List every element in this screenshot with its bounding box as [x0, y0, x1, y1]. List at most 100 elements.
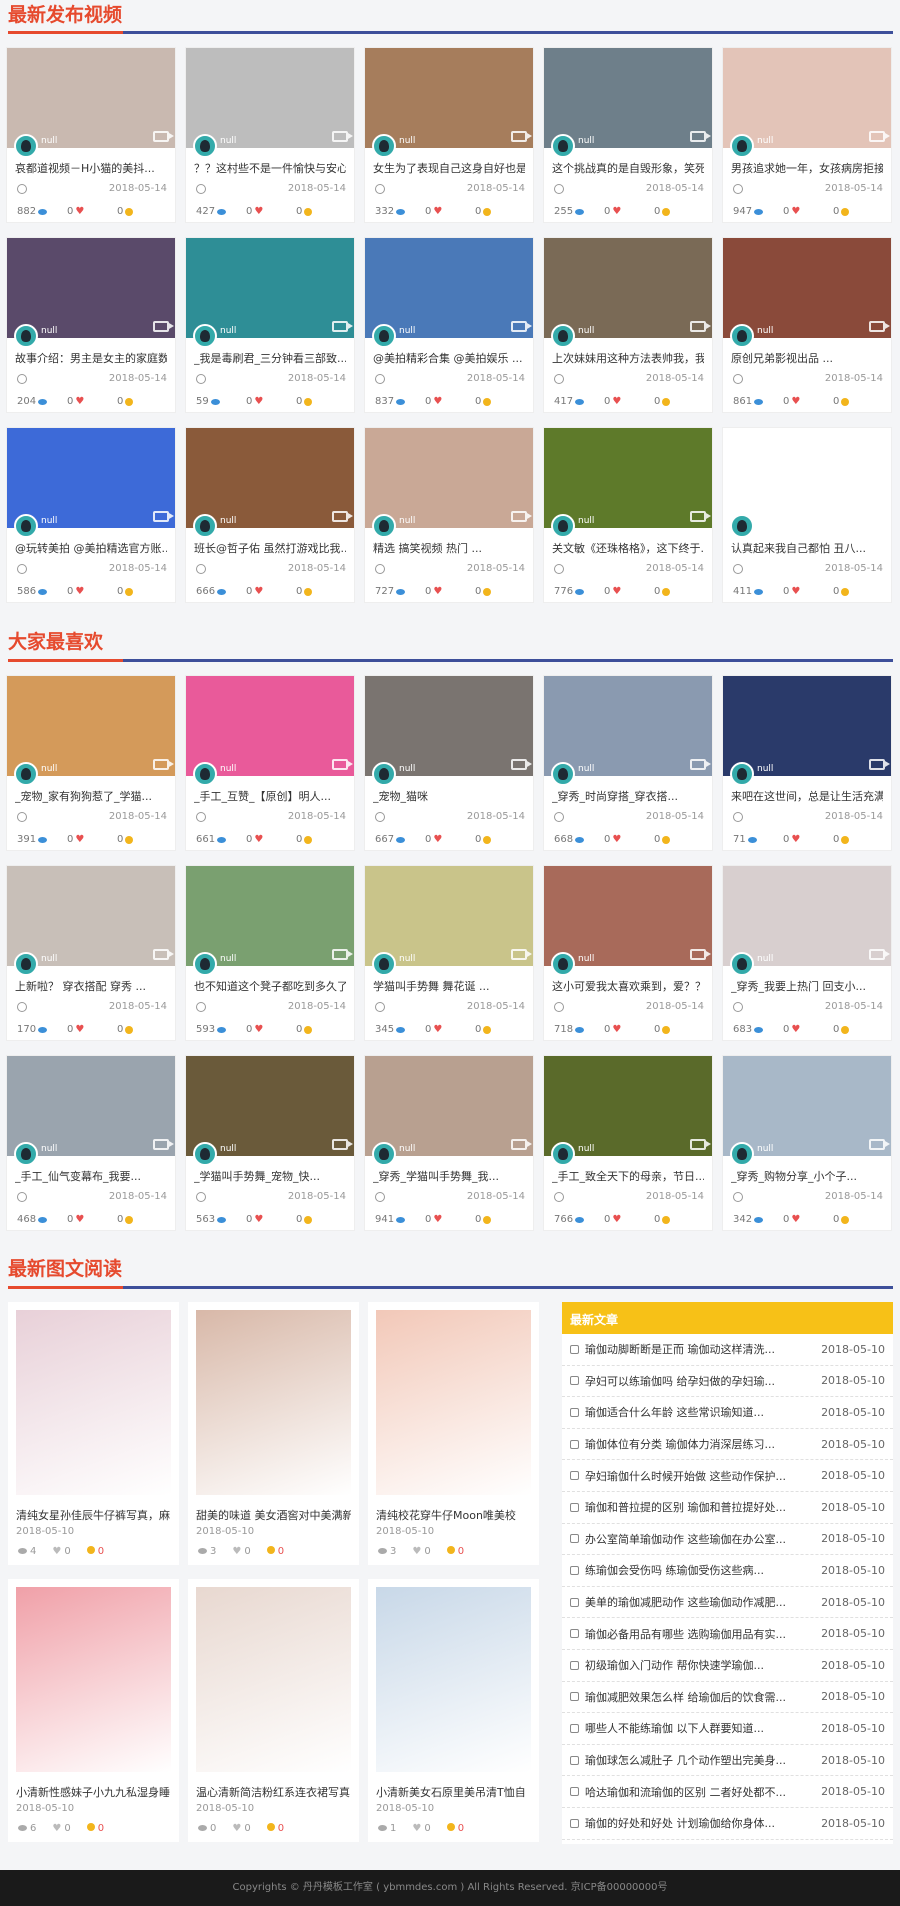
- video-thumbnail[interactable]: [723, 866, 891, 966]
- video-card[interactable]: null _手工_致全天下的母亲，节日... 2018-05-14 766 0 ♥ 0: [543, 1055, 713, 1231]
- video-thumbnail[interactable]: [365, 1056, 533, 1156]
- avatar[interactable]: [193, 324, 217, 348]
- video-card[interactable]: null 这个挑战真的是自毁形象，笑死... 2018-05-14 255 0 ♥ 0: [543, 47, 713, 223]
- news-item[interactable]: 瑜伽必备用品有哪些 选购瑜伽用品有实... 2018-05-10: [562, 1618, 893, 1650]
- like-count[interactable]: 0 ♥: [425, 586, 475, 597]
- video-thumbnail[interactable]: [365, 238, 533, 338]
- coin-count[interactable]: 0: [475, 586, 525, 597]
- author-name[interactable]: null: [220, 516, 236, 526]
- news-item[interactable]: 瑜伽和普拉提的区别 瑜伽和普拉提好处... 2018-05-10: [562, 1492, 893, 1524]
- author-name[interactable]: null: [578, 1144, 594, 1154]
- video-title[interactable]: 这小可爱我太喜欢乘到，爱？？ ...: [552, 978, 704, 994]
- article-image[interactable]: [376, 1587, 531, 1772]
- coin-count[interactable]: 0: [117, 1214, 167, 1225]
- video-thumbnail[interactable]: [365, 428, 533, 528]
- like-count[interactable]: 0 ♥: [604, 586, 654, 597]
- like-count[interactable]: 0 ♥: [783, 834, 833, 845]
- like-count[interactable]: ♥ 0: [230, 1823, 250, 1834]
- author-name[interactable]: null: [399, 1144, 415, 1154]
- video-title[interactable]: 精选 搞笑视频 热门 ...: [373, 540, 525, 556]
- news-title[interactable]: 瑜伽适合什么年龄 这些常识瑜知道...: [585, 1404, 813, 1420]
- video-thumbnail[interactable]: [723, 238, 891, 338]
- article-image[interactable]: [16, 1587, 171, 1772]
- coin-count[interactable]: 0: [654, 206, 704, 217]
- author-name[interactable]: null: [757, 954, 773, 964]
- article-card[interactable]: 小清新性感妹子小九九私湿身睡 2018-05-10 6 ♥ 0 0: [8, 1579, 179, 1842]
- video-title[interactable]: 哀都道视频－H小猫的美抖...: [15, 160, 167, 176]
- avatar[interactable]: [14, 324, 38, 348]
- avatar[interactable]: [551, 1142, 575, 1166]
- coin-count[interactable]: 0: [117, 396, 167, 407]
- video-thumbnail[interactable]: [365, 48, 533, 148]
- video-card[interactable]: null _宠物_家有狗狗惹了_学猫... 2018-05-14 391 0 ♥ 0: [6, 675, 176, 851]
- news-item[interactable]: 初级瑜伽入门动作 帮你快速学瑜伽... 2018-05-10: [562, 1650, 893, 1682]
- article-image[interactable]: [196, 1587, 351, 1772]
- coin-count[interactable]: 0: [265, 1823, 284, 1834]
- coin-count[interactable]: 0: [296, 1024, 346, 1035]
- video-card[interactable]: null _穿秀_时尚穿搭_穿衣搭... 2018-05-14 668 0 ♥ 0: [543, 675, 713, 851]
- avatar[interactable]: [193, 952, 217, 976]
- like-count[interactable]: 0 ♥: [783, 396, 833, 407]
- video-thumbnail[interactable]: [544, 866, 712, 966]
- video-card[interactable]: null @玩转美拍 @美拍精选官方账... 2018-05-14 586 0 ♥ 0: [6, 427, 176, 603]
- video-thumbnail[interactable]: [7, 428, 175, 528]
- video-card[interactable]: null 来吧在这世间，总是让生活充满... 2018-05-14 71 0 ♥ 0: [722, 675, 892, 851]
- avatar[interactable]: [14, 952, 38, 976]
- video-card[interactable]: null _穿秀_购物分享_小个子... 2018-05-14 342 0 ♥ 0: [722, 1055, 892, 1231]
- coin-count[interactable]: 0: [117, 206, 167, 217]
- article-image[interactable]: [376, 1310, 531, 1495]
- coin-count[interactable]: 0: [85, 1823, 104, 1834]
- video-card[interactable]: null 故事介绍：男主是女主的家庭数... 2018-05-14 204 0 ♥ 0: [6, 237, 176, 413]
- video-title[interactable]: 原创兄弟影视出品 ...: [731, 350, 883, 366]
- article-card[interactable]: 甜美的味道 美女酒窖对中美满新 2018-05-10 3 ♥ 0 0: [188, 1302, 359, 1565]
- video-thumbnail[interactable]: [723, 676, 891, 776]
- news-item[interactable]: 哪些人不能练瑜伽 以下人群要知道... 2018-05-10: [562, 1713, 893, 1745]
- video-title[interactable]: _我是毒刷君_三分钟看三部致...: [194, 350, 346, 366]
- avatar[interactable]: [730, 952, 754, 976]
- video-title[interactable]: _宠物_家有狗狗惹了_学猫...: [15, 788, 167, 804]
- like-count[interactable]: 0 ♥: [425, 1214, 475, 1225]
- author-name[interactable]: null: [578, 516, 594, 526]
- coin-count[interactable]: 0: [654, 1214, 704, 1225]
- author-name[interactable]: null: [578, 764, 594, 774]
- avatar[interactable]: [372, 762, 396, 786]
- avatar[interactable]: [730, 324, 754, 348]
- video-card[interactable]: null 认真起来我自己都怕 丑八... 2018-05-14 411 0 ♥ 0: [722, 427, 892, 603]
- like-count[interactable]: 0 ♥: [67, 1024, 117, 1035]
- like-count[interactable]: 0 ♥: [425, 834, 475, 845]
- video-thumbnail[interactable]: [544, 676, 712, 776]
- avatar[interactable]: [730, 762, 754, 786]
- author-name[interactable]: null: [41, 764, 57, 774]
- video-title[interactable]: 来吧在这世间，总是让生活充满...: [731, 788, 883, 804]
- avatar[interactable]: [14, 514, 38, 538]
- coin-count[interactable]: 0: [475, 1024, 525, 1035]
- video-card[interactable]: null 班长@哲子佑 虽然打游戏比我... 2018-05-14 666 0 ♥ 0: [185, 427, 355, 603]
- news-title[interactable]: 初级瑜伽入门动作 帮你快速学瑜伽...: [585, 1657, 813, 1673]
- news-title[interactable]: 瑜伽体位有分类 瑜伽体力消深层练习...: [585, 1436, 813, 1452]
- news-title[interactable]: 孕妇瑜伽什么时候开始做 这些动作保护...: [585, 1468, 813, 1484]
- video-title[interactable]: _手工_互赞_【原创】明人...: [194, 788, 346, 804]
- news-title[interactable]: 练瑜伽会受伤吗 练瑜伽受伤这些病...: [585, 1562, 813, 1578]
- like-count[interactable]: 0 ♥: [246, 1214, 296, 1225]
- video-thumbnail[interactable]: [186, 238, 354, 338]
- video-card[interactable]: null 女生为了表现自己这身自好也是... 2018-05-14 332 0 ♥ 0: [364, 47, 534, 223]
- news-item[interactable]: 瑜伽适合什么年龄 这些常识瑜知道... 2018-05-10: [562, 1397, 893, 1429]
- coin-count[interactable]: 0: [654, 834, 704, 845]
- author-name[interactable]: null: [757, 764, 773, 774]
- video-title[interactable]: @美拍精彩合集 @美拍娱乐 ...: [373, 350, 525, 366]
- video-thumbnail[interactable]: [365, 676, 533, 776]
- article-title[interactable]: 清纯女星孙佳辰牛仔裤写真，麻: [16, 1507, 171, 1523]
- author-name[interactable]: null: [757, 1144, 773, 1154]
- coin-count[interactable]: 0: [296, 586, 346, 597]
- video-thumbnail[interactable]: [7, 1056, 175, 1156]
- video-card[interactable]: null _手工_仙气变幕布_我要... 2018-05-14 468 0 ♥ 0: [6, 1055, 176, 1231]
- coin-count[interactable]: 0: [654, 396, 704, 407]
- like-count[interactable]: 0 ♥: [67, 396, 117, 407]
- article-title[interactable]: 温心清新简洁粉红系连衣裙写真: [196, 1784, 351, 1800]
- video-card[interactable]: null 精选 搞笑视频 热门 ... 2018-05-14 727 0 ♥ 0: [364, 427, 534, 603]
- news-item[interactable]: 瑜伽体位有分类 瑜伽体力消深层练习... 2018-05-10: [562, 1429, 893, 1461]
- avatar[interactable]: [14, 134, 38, 158]
- coin-count[interactable]: 0: [117, 1024, 167, 1035]
- like-count[interactable]: 0 ♥: [246, 834, 296, 845]
- video-thumbnail[interactable]: [723, 1056, 891, 1156]
